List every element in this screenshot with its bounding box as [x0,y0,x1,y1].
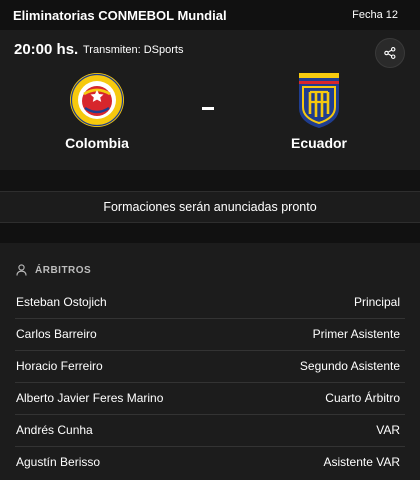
share-button[interactable] [375,38,405,68]
competition-title: Eliminatorias CONMEBOL Mundial [13,8,227,23]
referee-name: Andrés Cunha [16,423,93,437]
home-team-name: Colombia [65,135,129,151]
competition-header: Eliminatorias CONMEBOL Mundial Fecha 12 [0,0,420,30]
section-divider [0,170,420,191]
broadcast-info: Transmiten: DSports [83,44,184,56]
referee-name: Agustín Berisso [16,455,101,469]
colombia-crest-icon [70,73,124,127]
referee-row: Esteban Ostojich Principal [0,287,420,319]
match-time: 20:00 hs. [14,41,79,58]
referee-role: Principal [353,295,400,309]
ecuador-crest-icon [299,73,339,128]
referee-row: Agustín Berisso Asistente VAR [0,447,420,479]
section-gap [0,223,420,243]
referee-role: Segundo Asistente [299,359,400,373]
match-card: 20:00 hs. Transmiten: DSports Colombia E… [0,30,420,170]
score-separator [202,107,214,110]
referee-role: VAR [376,423,400,437]
referee-role: Primer Asistente [312,327,400,341]
lineups-notice: Formaciones serán anunciadas pronto [0,191,420,223]
home-team[interactable]: Colombia [37,70,157,151]
referee-name: Carlos Barreiro [16,327,97,341]
referee-row: Carlos Barreiro Primer Asistente [0,319,420,351]
away-team[interactable]: Ecuador [259,70,379,151]
away-team-name: Ecuador [290,135,347,151]
referees-header: ÁRBITROS [16,263,91,277]
referee-role: Asistente VAR [323,455,400,469]
referees-title: ÁRBITROS [35,264,92,276]
round-label: Fecha 12 [352,9,398,21]
referee-name: Esteban Ostojich [16,295,107,309]
referee-row: Horacio Ferreiro Segundo Asistente [0,351,420,383]
referees-list: Esteban Ostojich Principal Carlos Barrei… [0,287,420,479]
referee-name: Alberto Javier Feres Marino [16,391,164,405]
referee-role: Cuarto Árbitro [325,391,400,405]
referees-section: ÁRBITROS Esteban Ostojich Principal Carl… [0,243,420,480]
share-icon [384,47,396,59]
referee-row: Alberto Javier Feres Marino Cuarto Árbit… [0,383,420,415]
referee-name: Horacio Ferreiro [16,359,103,373]
referee-row: Andrés Cunha VAR [0,415,420,447]
person-icon [16,264,27,276]
